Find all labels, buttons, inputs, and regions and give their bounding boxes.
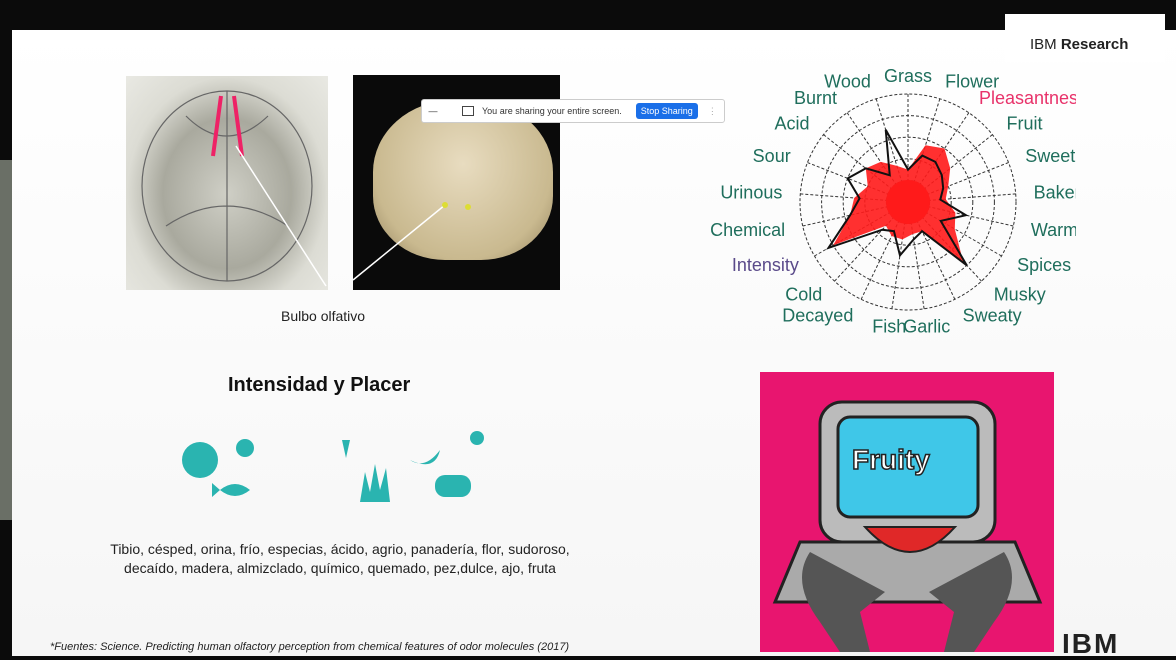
ibm-logo: IBM [1062, 628, 1120, 659]
banana-icon [410, 450, 440, 465]
radar-label-sweaty: Sweaty [963, 306, 1022, 326]
apple-icon [182, 442, 218, 478]
footnote: *Fuentes: Science. Predicting human olfa… [50, 641, 570, 653]
radar-label-pleasantness: Pleasantness [979, 88, 1076, 108]
muffin-icon [236, 439, 254, 457]
radar-label-grass: Grass [884, 66, 932, 86]
radar-label-musky: Musky [994, 284, 1046, 304]
screen-share-bar: — You are sharing your entire screen. St… [421, 99, 725, 123]
stop-sharing-button[interactable]: Stop Sharing [635, 103, 698, 119]
descriptors-line-1: Tibio, césped, orina, frío, especias, ác… [110, 541, 570, 557]
radar-label-spices: Spices [1017, 255, 1071, 275]
brand-research: Research [1060, 36, 1129, 53]
descriptors-line-2: decaído, madera, almizclado, químico, qu… [124, 560, 556, 576]
wood-log-icon [435, 475, 471, 497]
brain-illustration [126, 76, 328, 290]
radar-label-chemical: Chemical [710, 220, 785, 240]
radar-label-fish: Fish [872, 317, 906, 337]
radar-label-decayed: Decayed [782, 306, 853, 326]
brand-ibm: IBM [1030, 36, 1057, 53]
minus-icon[interactable]: — [422, 106, 444, 116]
radar-label-fruit: Fruit [1007, 113, 1043, 133]
grass-icon [360, 464, 390, 502]
left-window-edge [0, 160, 12, 520]
radar-label-cold: Cold [785, 284, 822, 304]
share-message: You are sharing your entire screen. [482, 106, 622, 116]
radar-label-wood: Wood [824, 72, 871, 92]
descriptor-list: Tibio, césped, orina, frío, especias, ác… [50, 540, 630, 578]
brain-caption: Bulbo olfativo [281, 308, 366, 324]
radar-label-intensity: Intensity [732, 255, 799, 275]
radar-label-sweet: Sweet [1025, 146, 1075, 166]
radar-label-bakery: Bakery [1034, 183, 1076, 203]
radar-label-acid: Acid [774, 113, 809, 133]
odor-radar-chart: GrassFlowerPleasantnessFruitSweetBakeryW… [710, 66, 1076, 337]
radar-label-sour: Sour [753, 146, 791, 166]
radar-label-urinous: Urinous [720, 183, 782, 203]
flower-icon [470, 431, 484, 445]
strawberry-icon [342, 440, 350, 458]
screen-share-icon [462, 106, 474, 116]
fruity-label: Fruity [851, 443, 930, 476]
radar-label-garlic: Garlic [903, 317, 950, 337]
fish-icon [212, 483, 250, 497]
ibm-research-header: IBM Research [1005, 14, 1165, 62]
radar-center [886, 180, 930, 224]
odor-icons-row [182, 431, 484, 502]
radar-label-warm: Warm [1031, 220, 1076, 240]
section-title: Intensidad y Placer [228, 374, 411, 396]
fruity-computer-illustration: Fruity [760, 372, 1054, 652]
